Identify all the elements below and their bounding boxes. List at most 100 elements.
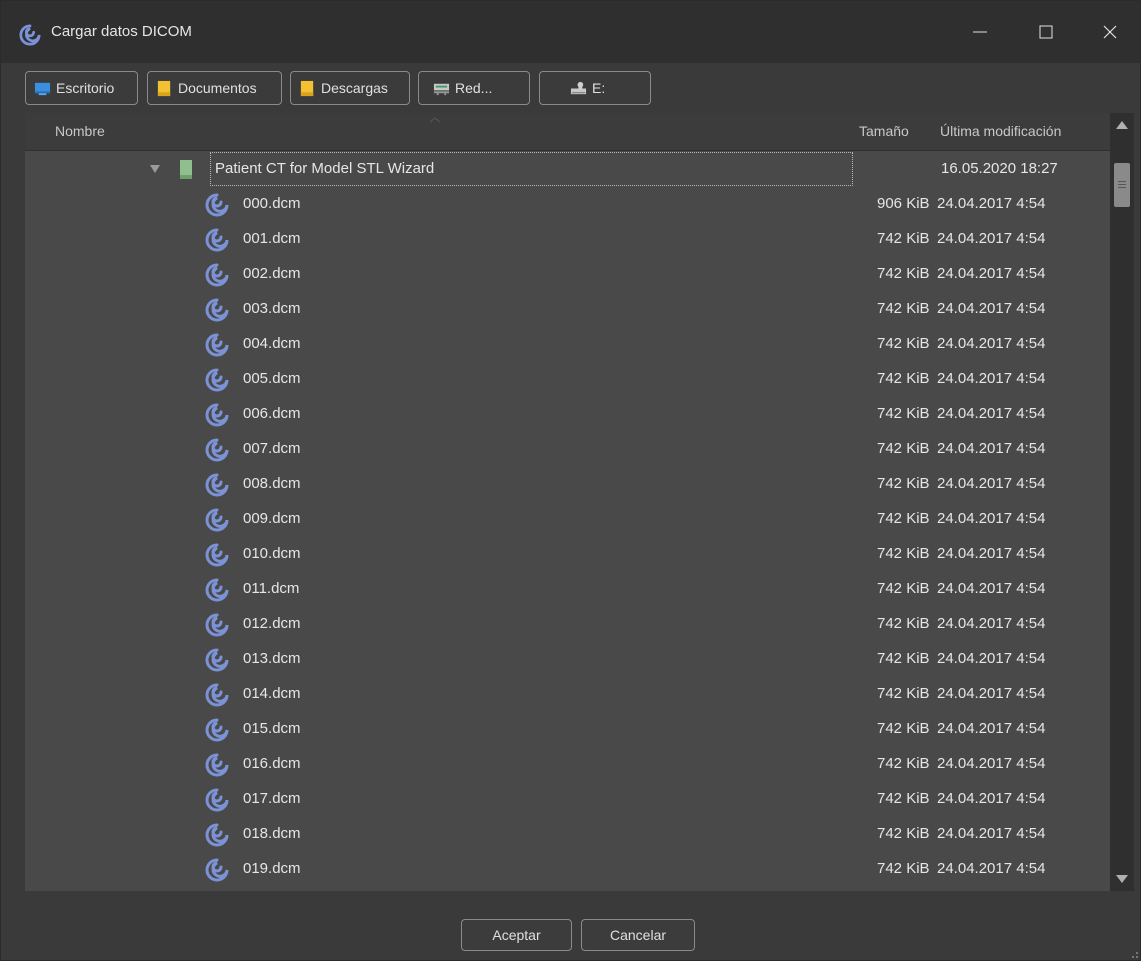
file-modified: 24.04.2017 4:54 — [937, 510, 1046, 527]
file-modified: 24.04.2017 4:54 — [937, 615, 1046, 632]
dicom-file-icon — [205, 788, 229, 812]
resize-grip-icon[interactable] — [1127, 947, 1139, 959]
file-row[interactable]: 010.dcm 742 KiB 24.04.2017 4:54 — [25, 537, 1110, 572]
file-modified: 24.04.2017 4:54 — [937, 230, 1046, 247]
file-name: 018.dcm — [243, 825, 301, 842]
file-size: 742 KiB — [877, 615, 930, 632]
file-row[interactable]: 015.dcm 742 KiB 24.04.2017 4:54 — [25, 712, 1110, 747]
close-button[interactable] — [1078, 1, 1141, 63]
minimize-button[interactable] — [948, 1, 1012, 63]
cancel-button[interactable]: Cancelar — [581, 919, 695, 951]
file-modified: 24.04.2017 4:54 — [937, 720, 1046, 737]
minimize-icon — [973, 31, 987, 33]
dicom-file-icon — [205, 683, 229, 707]
file-row[interactable]: 011.dcm 742 KiB 24.04.2017 4:54 — [25, 572, 1110, 607]
list-rows: Patient CT for Model STL Wizard 16.05.20… — [25, 152, 1110, 891]
dicom-file-icon — [205, 823, 229, 847]
file-name: 005.dcm — [243, 370, 301, 387]
file-row[interactable]: 005.dcm 742 KiB 24.04.2017 4:54 — [25, 362, 1110, 397]
accept-button[interactable]: Aceptar — [461, 919, 572, 951]
file-row[interactable]: 019.dcm 742 KiB 24.04.2017 4:54 — [25, 852, 1110, 887]
file-row[interactable]: 001.dcm 742 KiB 24.04.2017 4:54 — [25, 222, 1110, 257]
file-row[interactable]: 017.dcm 742 KiB 24.04.2017 4:54 — [25, 782, 1110, 817]
location-label: Documentos — [178, 80, 257, 96]
file-modified: 24.04.2017 4:54 — [937, 580, 1046, 597]
file-row[interactable]: 002.dcm 742 KiB 24.04.2017 4:54 — [25, 257, 1110, 292]
file-modified: 24.04.2017 4:54 — [937, 860, 1046, 877]
location-label: Descargas — [321, 80, 388, 96]
file-row[interactable]: 007.dcm 742 KiB 24.04.2017 4:54 — [25, 432, 1110, 467]
sort-indicator-icon — [429, 117, 441, 123]
location-button-red[interactable]: Red... — [418, 71, 530, 105]
thumb-grip-line — [1118, 181, 1126, 182]
file-name: 015.dcm — [243, 720, 301, 737]
file-modified: 24.04.2017 4:54 — [937, 685, 1046, 702]
file-size: 742 KiB — [877, 475, 930, 492]
file-name: 004.dcm — [243, 335, 301, 352]
file-name: 019.dcm — [243, 860, 301, 877]
arrow-up-icon — [1116, 121, 1128, 129]
file-size: 742 KiB — [877, 300, 930, 317]
file-modified: 24.04.2017 4:54 — [937, 650, 1046, 667]
file-row[interactable]: 009.dcm 742 KiB 24.04.2017 4:54 — [25, 502, 1110, 537]
dicom-file-icon — [205, 403, 229, 427]
location-button-escritorio[interactable]: Escritorio — [25, 71, 138, 105]
location-button-descargas[interactable]: Descargas — [290, 71, 410, 105]
file-row[interactable]: 006.dcm 742 KiB 24.04.2017 4:54 — [25, 397, 1110, 432]
file-size: 742 KiB — [877, 370, 930, 387]
file-row[interactable]: 000.dcm 906 KiB 24.04.2017 4:54 — [25, 187, 1110, 222]
file-name: 016.dcm — [243, 755, 301, 772]
file-row[interactable]: 004.dcm 742 KiB 24.04.2017 4:54 — [25, 327, 1110, 362]
location-button-documentos[interactable]: Documentos — [147, 71, 282, 105]
folder-icon — [157, 80, 171, 96]
file-row[interactable]: 013.dcm 742 KiB 24.04.2017 4:54 — [25, 642, 1110, 677]
file-size: 742 KiB — [877, 685, 930, 702]
column-header-name[interactable]: Nombre — [55, 123, 105, 139]
vertical-scrollbar[interactable] — [1110, 113, 1134, 891]
column-header-size[interactable]: Tamaño — [859, 123, 909, 139]
file-list[interactable]: Nombre Tamaño Última modificación Patien… — [25, 113, 1134, 891]
scrollbar-thumb[interactable] — [1114, 163, 1130, 207]
file-modified: 24.04.2017 4:54 — [937, 825, 1046, 842]
file-modified: 24.04.2017 4:54 — [937, 195, 1046, 212]
dicom-file-icon — [205, 333, 229, 357]
file-row[interactable]: 003.dcm 742 KiB 24.04.2017 4:54 — [25, 292, 1110, 327]
file-size: 906 KiB — [877, 195, 930, 212]
list-header: Nombre Tamaño Última modificación — [25, 113, 1110, 151]
location-button-e-drive[interactable]: E: — [539, 71, 651, 105]
file-row[interactable]: 012.dcm 742 KiB 24.04.2017 4:54 — [25, 607, 1110, 642]
file-row[interactable]: 016.dcm 742 KiB 24.04.2017 4:54 — [25, 747, 1110, 782]
file-size: 742 KiB — [877, 510, 930, 527]
file-name: 008.dcm — [243, 475, 301, 492]
file-modified: 24.04.2017 4:54 — [937, 335, 1046, 352]
file-size: 742 KiB — [877, 650, 930, 667]
expand-arrow-icon[interactable] — [150, 165, 160, 173]
file-size: 742 KiB — [877, 755, 930, 772]
file-name: 010.dcm — [243, 545, 301, 562]
file-modified: 24.04.2017 4:54 — [937, 790, 1046, 807]
file-name: 013.dcm — [243, 650, 301, 667]
dicom-file-icon — [205, 508, 229, 532]
network-icon — [433, 83, 450, 95]
location-label: E: — [592, 80, 606, 96]
column-header-modified[interactable]: Última modificación — [940, 123, 1061, 139]
folder-row[interactable]: Patient CT for Model STL Wizard 16.05.20… — [25, 152, 1110, 187]
title-bar[interactable]: Cargar datos DICOM — [1, 1, 1140, 63]
file-name: 017.dcm — [243, 790, 301, 807]
file-name: 000.dcm — [243, 195, 301, 212]
folder-icon — [180, 160, 192, 179]
file-modified: 24.04.2017 4:54 — [937, 440, 1046, 457]
dicom-file-icon — [205, 228, 229, 252]
file-row[interactable]: 014.dcm 742 KiB 24.04.2017 4:54 — [25, 677, 1110, 712]
scroll-up-button[interactable] — [1110, 113, 1134, 137]
scroll-down-button[interactable] — [1110, 867, 1134, 891]
maximize-button[interactable] — [1014, 1, 1078, 63]
file-size: 742 KiB — [877, 545, 930, 562]
desktop-icon — [34, 82, 51, 95]
file-name: 014.dcm — [243, 685, 301, 702]
file-modified: 24.04.2017 4:54 — [937, 265, 1046, 282]
file-row[interactable]: 008.dcm 742 KiB 24.04.2017 4:54 — [25, 467, 1110, 502]
location-label: Red... — [455, 80, 493, 96]
file-size: 742 KiB — [877, 230, 930, 247]
file-row[interactable]: 018.dcm 742 KiB 24.04.2017 4:54 — [25, 817, 1110, 852]
